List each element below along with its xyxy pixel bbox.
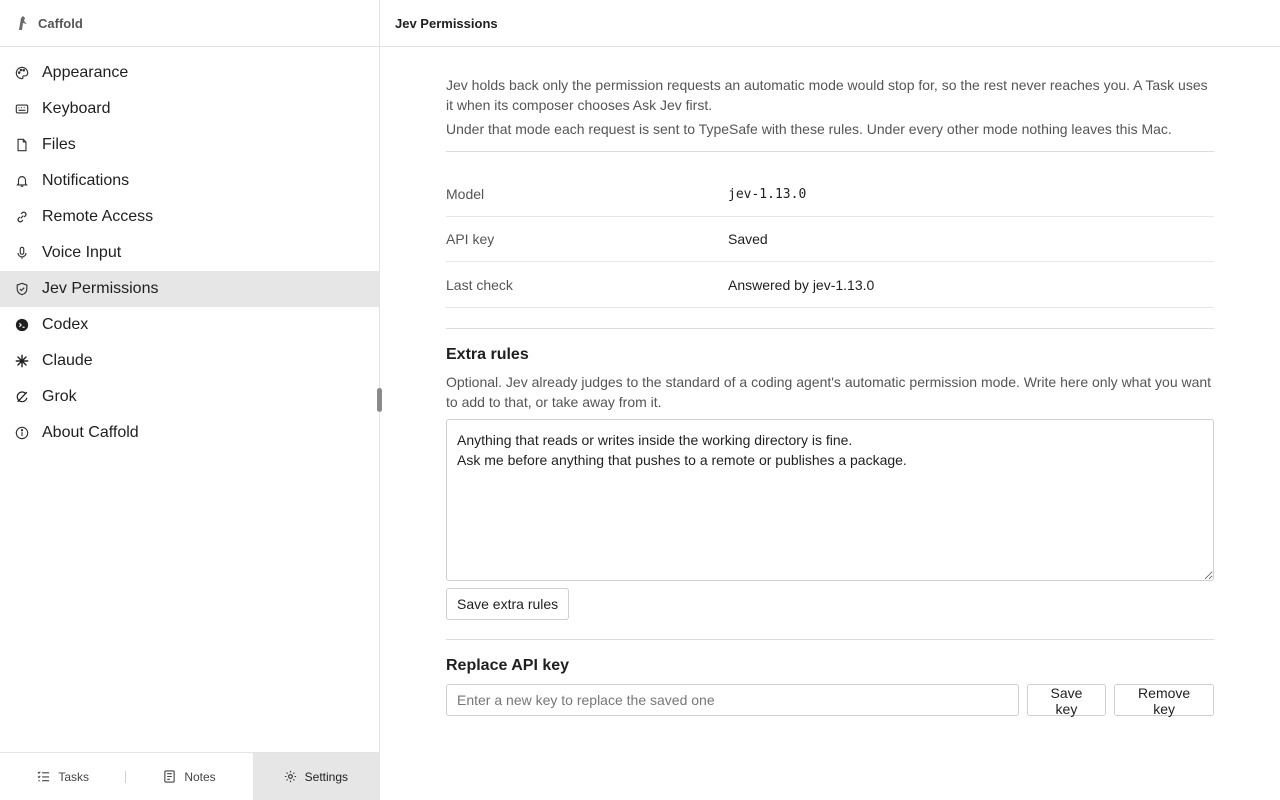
detail-value: Answered by jev-1.13.0 <box>728 276 875 293</box>
settings-nav: Appearance Keyboard Files Notifications … <box>0 47 379 451</box>
notebook-icon <box>163 770 176 783</box>
details-table: Model jev-1.13.0 API key Saved Last chec… <box>446 172 1214 308</box>
keyboard-icon <box>14 101 30 117</box>
page-title: Jev Permissions <box>380 0 1280 47</box>
sidebar-item-notifications[interactable]: Notifications <box>0 163 379 199</box>
sidebar-item-jev-permissions[interactable]: Jev Permissions <box>0 271 379 307</box>
sidebar-item-label: Claude <box>42 352 93 369</box>
task-list-icon <box>37 770 50 783</box>
app-name: Caffold <box>38 15 83 31</box>
divider <box>446 328 1214 329</box>
detail-key: Model <box>446 186 485 202</box>
detail-value: Saved <box>728 231 768 247</box>
sidebar: Caffold Appearance Keyboard Files Notifi… <box>0 0 380 800</box>
sidebar-item-label: Files <box>42 136 76 153</box>
sidebar-item-label: Jev Permissions <box>42 280 159 297</box>
main-panel: Jev Permissions Jev holds back only the … <box>380 0 1280 800</box>
info-icon <box>14 425 30 441</box>
detail-key: Last check <box>446 276 513 293</box>
api-key-row: Save key Remove key <box>446 684 1214 717</box>
sidebar-item-label: Remote Access <box>42 208 154 225</box>
bell-icon <box>14 173 30 189</box>
tab-label: Notes <box>184 769 216 784</box>
sidebar-item-label: Codex <box>42 316 89 333</box>
detail-row-model: Model jev-1.13.0 <box>446 172 1214 217</box>
sidebar-item-claude[interactable]: Claude <box>0 343 379 379</box>
sidebar-item-appearance[interactable]: Appearance <box>0 55 379 91</box>
sidebar-header: Caffold <box>0 0 379 47</box>
extra-rules-section: Extra rules Optional. Jev already judges… <box>446 346 1214 620</box>
remove-key-button[interactable]: Remove key <box>1114 684 1214 717</box>
extra-rules-textarea[interactable] <box>446 419 1214 581</box>
sidebar-item-label: About Caffold <box>42 424 139 441</box>
shield-check-icon <box>14 281 30 297</box>
tab-label: Tasks <box>58 769 89 784</box>
section-title: Replace API key <box>446 657 570 674</box>
sidebar-item-label: Appearance <box>42 64 129 81</box>
sidebar-item-voice-input[interactable]: Voice Input <box>0 235 379 271</box>
grok-icon <box>14 389 30 405</box>
bottom-tab-bar: Tasks Notes Settings <box>0 752 379 800</box>
section-description: Optional. Jev already judges to the stan… <box>446 374 1212 410</box>
tab-label: Settings <box>304 769 348 784</box>
detail-row-last-check: Last check Answered by jev-1.13.0 <box>446 262 1214 308</box>
tab-notes[interactable]: Notes <box>126 753 252 800</box>
palette-icon <box>14 65 30 81</box>
save-key-button[interactable]: Save key <box>1026 684 1107 717</box>
sidebar-item-files[interactable]: Files <box>0 127 379 163</box>
detail-value: jev-1.13.0 <box>728 186 807 202</box>
divider <box>446 151 1214 152</box>
microphone-icon <box>14 245 30 261</box>
detail-row-api-key: API key Saved <box>446 217 1214 262</box>
detail-key: API key <box>446 231 495 247</box>
file-icon <box>14 137 30 153</box>
settings-content: Jev holds back only the permission reque… <box>446 47 1214 717</box>
intro-paragraph: Jev holds back only the permission reque… <box>446 77 1208 113</box>
sidebar-item-keyboard[interactable]: Keyboard <box>0 91 379 127</box>
tab-tasks[interactable]: Tasks <box>0 753 127 800</box>
sidebar-item-label: Keyboard <box>42 100 111 117</box>
gear-icon <box>284 770 297 783</box>
link-icon <box>14 209 30 225</box>
sidebar-item-remote-access[interactable]: Remote Access <box>0 199 379 235</box>
save-extra-rules-button[interactable]: Save extra rules <box>446 588 570 620</box>
intro-text: Jev holds back only the permission reque… <box>446 75 1214 139</box>
sidebar-item-label: Grok <box>42 388 77 405</box>
intro-paragraph: Under that mode each request is sent to … <box>446 121 1172 137</box>
claude-icon <box>14 353 30 369</box>
sidebar-item-grok[interactable]: Grok <box>0 379 379 415</box>
codex-icon <box>14 317 30 333</box>
sidebar-item-codex[interactable]: Codex <box>0 307 379 343</box>
divider <box>446 639 1214 640</box>
caffold-logo-icon <box>16 15 30 31</box>
sidebar-item-label: Voice Input <box>42 244 122 261</box>
tab-settings[interactable]: Settings <box>252 753 379 800</box>
replace-api-key-section: Replace API key Save key Remove key <box>446 657 1214 717</box>
sidebar-item-about-caffold[interactable]: About Caffold <box>0 415 379 451</box>
sidebar-item-label: Notifications <box>42 172 130 189</box>
api-key-input[interactable] <box>446 684 1019 716</box>
section-title: Extra rules <box>446 346 529 363</box>
